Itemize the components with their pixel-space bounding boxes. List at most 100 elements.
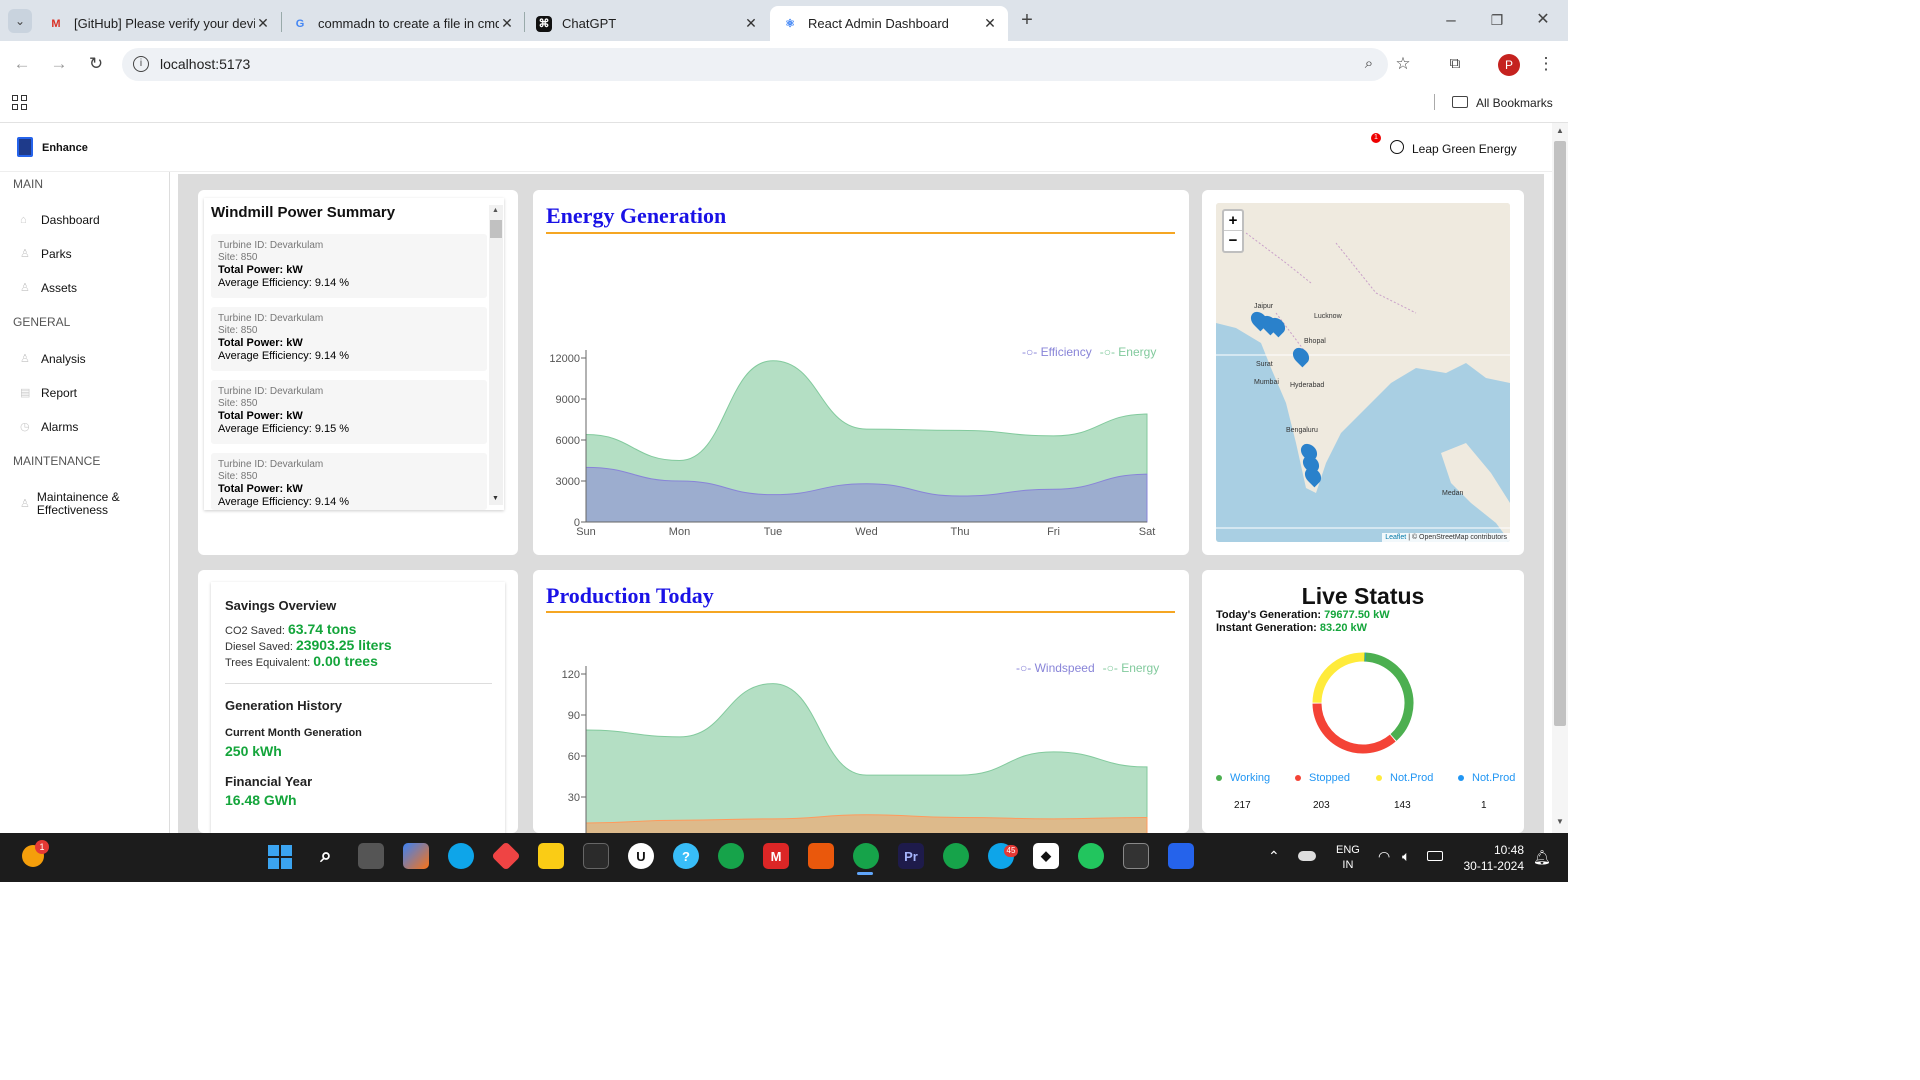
chrome-icon[interactable] [718, 843, 744, 869]
sidebar-item-maintainence[interactable]: ♙ Maintainence & Effectiveness [20, 491, 140, 517]
site-info-icon[interactable]: i [133, 56, 149, 72]
financial-year-value: 16.48 GWh [225, 792, 297, 808]
y-tick-label: 12000 [549, 353, 580, 365]
windmill-list-item[interactable]: Turbine ID: Devarkulam Site: 850 Total Po… [211, 234, 487, 298]
donut-slice[interactable] [1362, 652, 1414, 741]
microsoft-store-icon[interactable] [583, 843, 609, 869]
chrome-icon[interactable] [853, 843, 879, 869]
folder-icon [1452, 96, 1468, 108]
sidebar-item-assets[interactable]: ♙ Assets [20, 281, 77, 295]
sidebar-item-dashboard[interactable]: ⌂ Dashboard [20, 213, 100, 227]
restore-icon[interactable]: ❐ [1486, 9, 1508, 31]
working-count: 217 [1234, 800, 1251, 811]
close-icon[interactable]: ✕ [255, 15, 271, 32]
profile-avatar[interactable]: P [1498, 54, 1520, 76]
file-explorer-icon[interactable] [538, 843, 564, 869]
url-text[interactable]: localhost:5173 [160, 56, 250, 72]
chevron-up-icon[interactable]: ⌃ [1268, 848, 1280, 865]
window-close-icon[interactable]: ✕ [1532, 9, 1554, 31]
battery-icon[interactable] [1427, 851, 1443, 861]
search-icon[interactable]: ⌕ [313, 843, 339, 869]
tab-react-admin[interactable]: ⚛ React Admin Dashboard ✕ [770, 6, 1008, 41]
brave-icon[interactable] [808, 843, 834, 869]
premiere-icon[interactable]: Pr [898, 843, 924, 869]
edge-icon[interactable] [448, 843, 474, 869]
all-bookmarks-link[interactable]: All Bookmarks [1476, 96, 1553, 110]
y-tick-label: 9000 [556, 394, 580, 406]
notification-badge[interactable]: 1 [1371, 133, 1381, 143]
brand-name[interactable]: Enhance [42, 142, 88, 154]
close-icon[interactable]: ✕ [499, 15, 515, 32]
map-zoom-control: + − [1222, 209, 1244, 253]
new-tab-button[interactable]: + [1016, 9, 1038, 31]
legend-not-prod[interactable]: Not.Prod [1376, 772, 1433, 784]
production-today-chart: 30 60 90 120 [562, 666, 1148, 833]
menu-kebab-icon[interactable]: ⋮ [1535, 53, 1557, 75]
person-icon: ♙ [20, 498, 30, 510]
bookmark-star-icon[interactable]: ☆ [1392, 53, 1414, 75]
sidebar-item-parks[interactable]: ♙ Parks [20, 247, 72, 261]
legend-energy[interactable]: -○- Energy [1100, 345, 1157, 359]
zoom-in-button[interactable]: + [1224, 211, 1242, 231]
energy-generation-chart: 030006000900012000Sun Mon Tue Wed Thu Fri Sat [549, 350, 1155, 538]
legend-stopped[interactable]: Stopped [1295, 772, 1350, 784]
page-scrollbar[interactable]: ▲ ▼ [1552, 123, 1568, 833]
windows-start-icon[interactable] [268, 845, 292, 869]
volume-icon[interactable]: 🔈︎ [1402, 848, 1410, 865]
tab-chatgpt[interactable]: ⌘ ChatGPT ✕ [524, 6, 769, 41]
close-icon[interactable]: ✕ [982, 15, 998, 32]
wifi-icon[interactable]: ◠ [1378, 848, 1390, 865]
whatsapp-icon[interactable] [1078, 843, 1104, 869]
task-view-icon[interactable] [358, 843, 384, 869]
zoom-out-button[interactable]: − [1224, 231, 1242, 251]
vscode-icon[interactable] [1168, 843, 1194, 869]
sidebar-item-analysis[interactable]: ♙ Analysis [20, 352, 86, 366]
address-bar[interactable]: i localhost:5173 ⌕ [122, 48, 1388, 81]
x-tick-label: Wed [855, 526, 877, 538]
sidebar-item-alarms[interactable]: ◷ Alarms [20, 420, 78, 434]
tab-search-button[interactable]: ⌄ [8, 9, 32, 33]
sidebar-section-main: MAIN [13, 177, 43, 191]
apps-grid-icon[interactable] [12, 95, 27, 110]
user-account-icon[interactable] [1390, 140, 1404, 154]
legend-not-prod[interactable]: Not.Prod [1458, 772, 1515, 784]
mcafee-icon[interactable]: M [763, 843, 789, 869]
legend-windspeed[interactable]: -○- Windspeed [1016, 661, 1095, 675]
back-icon[interactable]: ← [11, 53, 33, 75]
zoom-icon[interactable]: ⌕ [1358, 53, 1380, 75]
app-icon[interactable]: ◆ [1033, 843, 1059, 869]
windmill-list-scrollbar[interactable]: ▲ ▼ [489, 205, 503, 505]
title-underline [546, 611, 1175, 613]
forward-icon[interactable]: → [48, 53, 70, 75]
sidebar-item-report[interactable]: ▤ Report [20, 386, 77, 400]
onedrive-icon[interactable] [1298, 851, 1316, 861]
leaflet-link[interactable]: Leaflet [1385, 534, 1406, 541]
donut-slice[interactable] [1312, 652, 1365, 703]
windmill-list-item[interactable]: Turbine ID: Devarkulam Site: 850 Total Po… [211, 453, 487, 510]
y-tick-label: 120 [562, 669, 580, 681]
user-name[interactable]: Leap Green Energy [1412, 142, 1517, 156]
clock[interactable]: 10:48 30-11-2024 [1456, 842, 1525, 874]
help-icon[interactable]: ? [673, 843, 699, 869]
reload-icon[interactable]: ↻ [85, 53, 107, 75]
minimize-icon[interactable]: – [1440, 9, 1462, 31]
legend-working[interactable]: Working [1216, 772, 1270, 784]
copilot-icon[interactable] [403, 843, 429, 869]
app-icon[interactable]: U [628, 843, 654, 869]
telegram-badge: 45 [1004, 845, 1018, 857]
extensions-icon[interactable]: ⧉ [1444, 53, 1466, 75]
map-tiles [1216, 203, 1510, 542]
map-view[interactable]: Jaipur Lucknow Bhopal Surat Mumbai Hyder… [1216, 203, 1510, 542]
notification-bell-icon[interactable]: 🔔︎ [1533, 849, 1551, 866]
legend-efficiency[interactable]: -○- Efficiency [1022, 345, 1092, 359]
tab-google[interactable]: G commadn to create a file in cmd ✕ [280, 6, 525, 41]
windmill-list-item[interactable]: Turbine ID: Devarkulam Site: 850 Total Po… [211, 380, 487, 444]
donut-slice[interactable] [1312, 703, 1396, 754]
chrome-icon[interactable] [943, 843, 969, 869]
language-indicator[interactable]: ENG IN [1336, 843, 1360, 873]
legend-energy[interactable]: -○- Energy [1103, 661, 1160, 675]
tab-github[interactable]: M [GitHub] Please verify your devi ✕ [36, 6, 281, 41]
close-icon[interactable]: ✕ [743, 15, 759, 32]
terminal-icon[interactable] [1123, 843, 1149, 869]
windmill-list-item[interactable]: Turbine ID: Devarkulam Site: 850 Total Po… [211, 307, 487, 371]
